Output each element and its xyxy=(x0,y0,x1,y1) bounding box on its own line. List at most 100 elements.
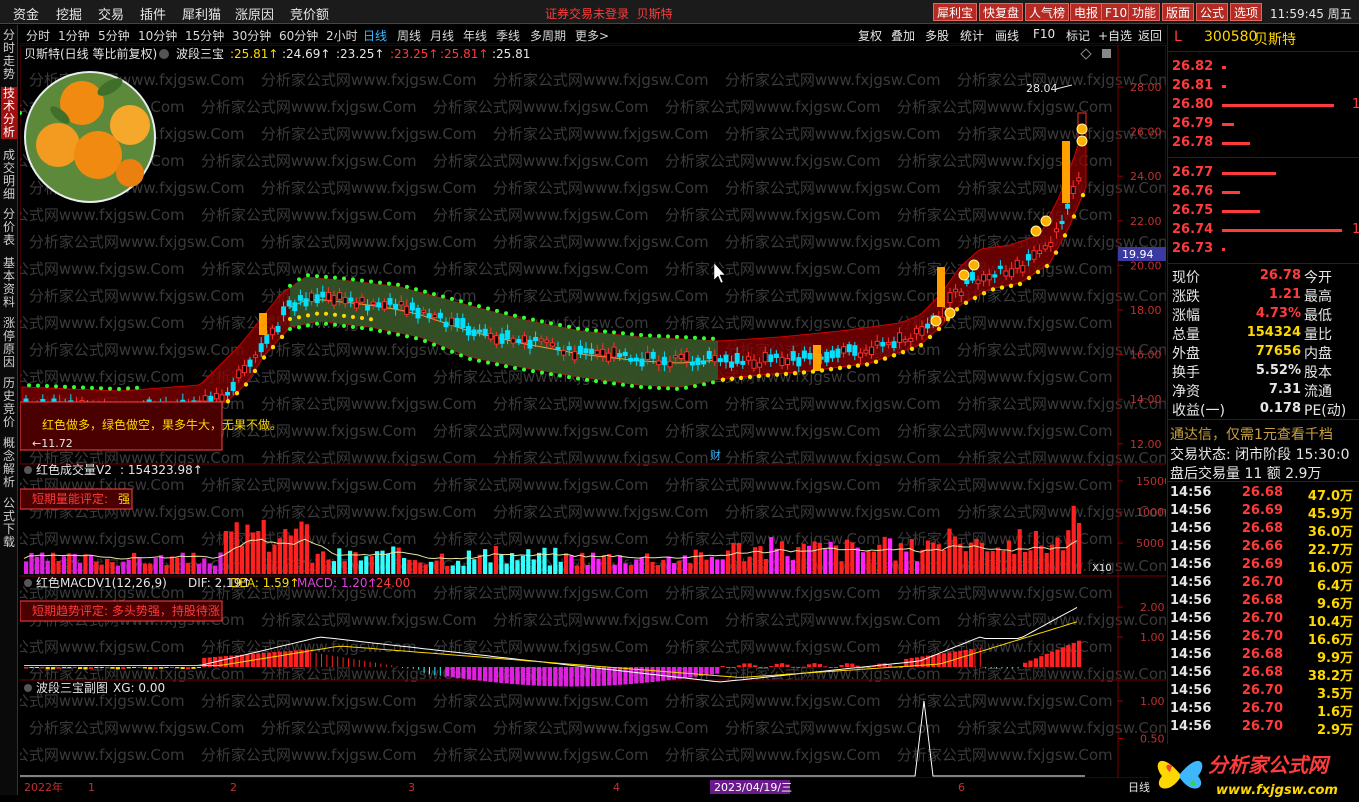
promo-text[interactable]: 通达信，仅需1元查看千档 xyxy=(1170,424,1333,444)
macd-bar xyxy=(466,667,471,680)
volume-bar xyxy=(915,561,920,574)
macd-bar xyxy=(979,647,981,667)
xilibao-button[interactable]: 犀利宝 xyxy=(933,3,978,21)
vol-eval-label: 短期量能评定: xyxy=(32,491,108,506)
macd-dropdown-icon[interactable] xyxy=(24,579,32,587)
tool-draw[interactable]: 画线 xyxy=(995,27,1019,44)
green-dot xyxy=(405,334,409,339)
volume-bar xyxy=(996,547,1001,574)
tool-f10[interactable]: F10 xyxy=(1033,27,1055,41)
period-2hour[interactable]: 2小时 xyxy=(326,27,358,44)
volume-bar xyxy=(1006,540,1011,574)
quick-review-button[interactable]: 快复盘 xyxy=(979,3,1024,21)
macd-bar xyxy=(477,667,482,681)
period-daily[interactable]: 日线 xyxy=(363,27,387,44)
period-10min[interactable]: 10分钟 xyxy=(138,27,177,44)
period-15min[interactable]: 15分钟 xyxy=(185,27,224,44)
sub-dropdown-icon[interactable] xyxy=(24,684,32,692)
candle-body xyxy=(325,291,331,301)
diamond-icon[interactable] xyxy=(1080,48,1092,60)
candle-body xyxy=(516,339,522,343)
volume-bar xyxy=(126,559,131,574)
candle-body xyxy=(751,359,757,369)
candle-body xyxy=(521,335,527,344)
popularity-button[interactable]: 人气榜 xyxy=(1025,3,1070,21)
panel-close-icon[interactable] xyxy=(1102,49,1111,58)
macd-tick-label: 2.00 xyxy=(1140,601,1165,614)
green-dot xyxy=(702,382,706,387)
menu-item-funds[interactable]: 资金 xyxy=(13,4,39,23)
telegraph-button[interactable]: 电报 xyxy=(1070,3,1103,21)
tool-multi-stock[interactable]: 多股 xyxy=(925,27,949,44)
period-more[interactable]: 更多> xyxy=(575,27,609,44)
function-button[interactable]: 功能 xyxy=(1128,3,1161,21)
clock-weekday: 周五 xyxy=(1327,7,1352,21)
tab-trade-detail[interactable]: 成交明细 xyxy=(1,149,17,201)
tool-back[interactable]: 返回 xyxy=(1138,27,1162,44)
tab-fundamentals[interactable]: 基本资料 xyxy=(1,257,17,309)
period-30min[interactable]: 30分钟 xyxy=(232,27,271,44)
menu-item-plugins[interactable]: 插件 xyxy=(140,4,166,23)
indicator-dropdown-icon[interactable] xyxy=(159,49,169,59)
watermark-text: 分析家公式网www.fxjgsw.Com xyxy=(433,152,649,170)
menu-item-mining[interactable]: 挖掘 xyxy=(56,4,82,23)
tool-restore-rights[interactable]: 复权 xyxy=(858,27,882,44)
x-axis-bar xyxy=(20,778,1166,795)
yellow-dot xyxy=(747,374,753,380)
tool-statistics[interactable]: 统计 xyxy=(960,27,984,44)
macd-bar xyxy=(288,650,293,667)
tab-intraday[interactable]: 分时走势 xyxy=(1,29,17,81)
macd-bar xyxy=(105,667,110,668)
yellow-dot xyxy=(729,376,735,381)
tab-price-table[interactable]: 分价表 xyxy=(1,208,17,247)
period-yearly[interactable]: 年线 xyxy=(463,27,487,44)
macd-bar xyxy=(520,667,525,685)
macd-bar xyxy=(267,652,272,667)
period-quarterly[interactable]: 季线 xyxy=(496,27,520,44)
green-dot xyxy=(468,301,472,306)
volume-bar xyxy=(952,536,957,574)
watermark-text: 分析家公式网www.fxjgsw.Com xyxy=(261,71,477,89)
candle-body xyxy=(309,292,315,302)
watermark-text: 分析家公式网www.fxjgsw.Com xyxy=(20,530,185,548)
tab-history-auction[interactable]: 历史竞价 xyxy=(1,377,17,429)
tool-add-watch[interactable]: +自选 xyxy=(1098,27,1132,44)
tick-time: 14:56 xyxy=(1170,539,1212,554)
formula-button[interactable]: 公式 xyxy=(1196,3,1229,21)
tab-concept[interactable]: 概念解析 xyxy=(1,437,17,489)
ask1-price: 26.78 xyxy=(1172,135,1214,150)
menu-item-limitup-reason[interactable]: 涨原因 xyxy=(235,4,274,23)
watermark-text: 分析家公式网www.fxjgsw.Com xyxy=(201,206,417,224)
tab-limitup-reason[interactable]: 涨停原因 xyxy=(1,317,17,369)
tab-technical[interactable]: 技术分析 xyxy=(1,87,17,139)
macd-bar xyxy=(277,651,282,667)
tool-overlay[interactable]: 叠加 xyxy=(891,27,915,44)
period-multi[interactable]: 多周期 xyxy=(530,27,566,44)
volume-bar xyxy=(364,556,369,574)
menu-item-xilimao[interactable]: 犀利猫 xyxy=(182,4,221,23)
period-5min[interactable]: 5分钟 xyxy=(98,27,130,44)
f10-button[interactable]: F10 xyxy=(1101,3,1132,21)
macd-bar xyxy=(1033,658,1038,667)
period-weekly[interactable]: 周线 xyxy=(397,27,421,44)
signal-line xyxy=(20,700,1085,777)
period-monthly[interactable]: 月线 xyxy=(430,27,454,44)
kline-chart[interactable]: 分析家公式网www.fxjgsw.Com 分析家公式网www.fxjgsw.Com… xyxy=(20,45,1166,795)
green-dot xyxy=(369,279,373,284)
period-1min[interactable]: 1分钟 xyxy=(58,27,90,44)
watermark-text: 分析家公式网www.fxjgsw.Com xyxy=(261,719,477,737)
volume-bar xyxy=(121,561,126,574)
period-60min[interactable]: 60分钟 xyxy=(279,27,318,44)
options-button[interactable]: 选项 xyxy=(1230,3,1263,21)
yellow-dot xyxy=(234,391,240,396)
indicator-name: 波段三宝 xyxy=(176,46,224,61)
period-intraday[interactable]: 分时 xyxy=(26,27,50,44)
menu-item-auction[interactable]: 竞价额 xyxy=(290,4,329,23)
vol-dropdown-icon[interactable] xyxy=(24,466,32,474)
menu-item-trade[interactable]: 交易 xyxy=(98,4,124,23)
volume-bar xyxy=(105,558,110,574)
tool-mark[interactable]: 标记 xyxy=(1066,27,1090,44)
layout-button[interactable]: 版面 xyxy=(1162,3,1195,21)
tab-formula-download[interactable]: 公式下载 xyxy=(1,497,17,549)
volume-bar xyxy=(412,560,417,574)
